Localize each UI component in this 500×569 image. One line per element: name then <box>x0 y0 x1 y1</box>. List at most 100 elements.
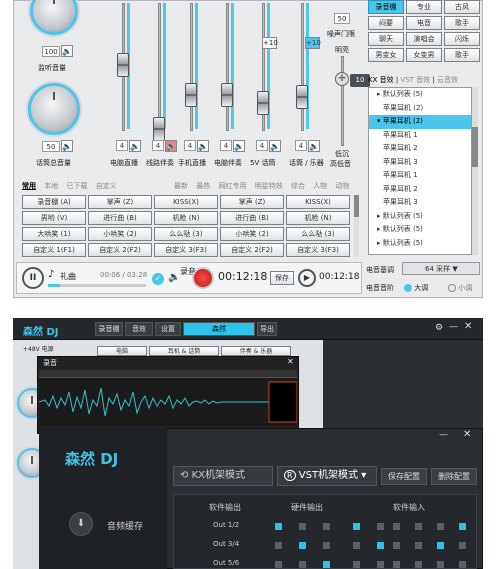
routing-cell[interactable] <box>415 523 422 530</box>
channel-mute-icon[interactable]: 🔈 <box>165 140 177 152</box>
routing-cell[interactable] <box>275 542 282 549</box>
cache-label[interactable]: 音频缓存 <box>107 519 143 532</box>
effect-preset-button[interactable]: 歌手 <box>444 48 480 62</box>
routing-cell[interactable] <box>393 561 400 568</box>
tree-item[interactable]: 苹果耳机 3 <box>369 196 471 210</box>
sound-effect-button[interactable]: 自定义 3(F3) <box>154 243 218 257</box>
routing-cell[interactable] <box>299 561 306 568</box>
toolbar-button[interactable]: 设置 <box>155 322 181 336</box>
mini-tab-accompany[interactable]: 伴奏 & 乐器 <box>221 346 291 356</box>
close-icon[interactable]: ✕ <box>464 321 472 332</box>
sound-effect-button[interactable]: 进行曲 (B) <box>88 211 152 225</box>
routing-cell[interactable] <box>437 542 444 549</box>
tree-item[interactable]: ▾ 苹果耳机 (2) <box>369 115 471 129</box>
tree-item[interactable]: 苹果耳机 3 <box>369 156 471 170</box>
channel-mute-icon[interactable]: 🔈 <box>233 140 245 152</box>
routing-cell[interactable] <box>323 561 330 568</box>
effect-preset-button[interactable]: 聊天 <box>368 32 404 46</box>
sound-effect-button[interactable]: 自定义 3(F3) <box>286 243 350 257</box>
routing-cell[interactable] <box>437 523 444 530</box>
routing-cell[interactable] <box>459 523 466 530</box>
mini-tab-pc[interactable]: 电脑 <box>97 346 147 356</box>
record-button[interactable] <box>192 267 214 289</box>
routing-cell[interactable] <box>353 561 360 568</box>
channel-fader[interactable] <box>185 83 197 107</box>
save-config-button[interactable]: 保存配置 <box>381 468 427 485</box>
pitch-select[interactable]: 64 采样 ▼ <box>402 262 480 275</box>
tab-common[interactable]: 常用 <box>22 182 36 190</box>
speaker-icon[interactable]: 🔈 <box>61 140 73 152</box>
routing-cell[interactable] <box>377 542 384 549</box>
sound-effect-button[interactable]: 么么哒 (3) <box>286 227 350 241</box>
tab-custom[interactable]: 自定义 <box>96 182 117 190</box>
effect-preset-button[interactable]: 录音棚 <box>368 0 404 14</box>
mini-tab-headset[interactable]: 耳机 & 话筒 <box>149 346 219 356</box>
sound-effect-button[interactable]: 自定义 1(F1) <box>22 243 86 257</box>
routing-cell[interactable] <box>323 523 330 530</box>
routing-cell[interactable] <box>299 523 306 530</box>
gear-icon[interactable]: ⚙ <box>435 323 443 333</box>
channel-mute-icon[interactable]: 🔈 <box>197 140 209 152</box>
sound-effect-button[interactable]: 男哟 (V) <box>22 211 86 225</box>
track-progress[interactable] <box>48 284 146 287</box>
major-radio[interactable]: 大调 <box>404 283 428 293</box>
sound-effect-button[interactable]: KISS(X) <box>286 195 350 209</box>
tab-animals[interactable]: 动物 <box>335 182 349 190</box>
toolbar-button[interactable]: 森然 <box>183 322 255 336</box>
tab-vst-effects[interactable]: VST 音效 <box>400 76 430 84</box>
routing-cell[interactable] <box>353 542 360 549</box>
tab-influencer[interactable]: 网红专用 <box>218 182 246 190</box>
routing-cell[interactable] <box>275 523 282 530</box>
tree-item[interactable]: 苹果耳机 2 <box>369 142 471 156</box>
routing-cell[interactable] <box>393 523 400 530</box>
eq-slider-handle[interactable]: ✛ <box>335 72 349 86</box>
routing-cell[interactable] <box>393 542 400 549</box>
routing-cell[interactable] <box>275 561 282 568</box>
effect-preset-button[interactable]: 男变女 <box>368 48 404 62</box>
effect-preset-button[interactable]: 电音 <box>406 16 442 30</box>
minor-radio[interactable]: 小调 <box>448 283 472 293</box>
effect-preset-button[interactable]: 古风 <box>444 0 480 14</box>
sound-effect-button[interactable]: 进行曲 (B) <box>220 211 284 225</box>
tree-item[interactable]: 苹果耳机 (2) <box>369 102 471 116</box>
delete-config-button[interactable]: 删除配置 <box>431 468 477 485</box>
tree-scrollbar[interactable] <box>472 87 478 255</box>
save-button[interactable]: 保存 <box>270 271 294 285</box>
routing-cell[interactable] <box>459 542 466 549</box>
sound-effect-button[interactable]: 小哄笑 (2) <box>220 227 284 241</box>
grid-scrollbar[interactable] <box>354 195 359 257</box>
channel-fader[interactable] <box>117 53 129 77</box>
channel-fader[interactable] <box>296 85 308 109</box>
toolbar-button[interactable]: 导出 <box>257 322 277 336</box>
pause-button[interactable]: II <box>22 267 44 289</box>
channel-fader[interactable] <box>153 117 165 141</box>
sound-effect-button[interactable]: 机枪 (N) <box>286 211 350 225</box>
minimize-icon[interactable]: — <box>449 322 458 332</box>
tree-item[interactable]: 苹果耳机 1 <box>369 129 471 143</box>
effect-preset-button[interactable]: 专业 <box>406 0 442 14</box>
tree-item[interactable]: ▸ 默认列表 (5) <box>369 88 471 102</box>
speaker-icon[interactable]: 🔈 <box>61 45 73 57</box>
play-button[interactable]: ▶ <box>298 269 316 287</box>
sound-effect-button[interactable]: 掌声 (Z) <box>88 195 152 209</box>
routing-cell[interactable] <box>299 542 306 549</box>
effect-preset-button[interactable]: 闪烁 <box>444 32 480 46</box>
channel-mute-icon[interactable]: 🔈 <box>269 140 281 152</box>
mic-volume-knob[interactable] <box>28 83 80 135</box>
sound-effect-button[interactable]: 录音棚 (A) <box>22 195 86 209</box>
tab-celebrity[interactable]: 明星特效 <box>255 182 283 190</box>
tree-item[interactable]: ▸ 默认列表 (5) <box>369 210 471 224</box>
routing-cell[interactable] <box>415 542 422 549</box>
tab-general[interactable]: 综合 <box>291 182 305 190</box>
tab-downloaded[interactable]: 已下载 <box>66 182 87 190</box>
kx-mode-button[interactable]: ⟲ KX机架模式 <box>173 466 273 486</box>
channel-fader[interactable] <box>221 83 233 107</box>
routing-cell[interactable] <box>459 561 466 568</box>
routing-cell[interactable] <box>437 561 444 568</box>
dialog-minimize[interactable]: — <box>439 430 448 440</box>
tree-item[interactable]: ▸ 默认列表 (5) <box>369 237 471 251</box>
effect-preset-button[interactable]: 女变男 <box>406 48 442 62</box>
channel-mute-icon[interactable]: 🔈 <box>129 140 141 152</box>
record-window-close[interactable]: ✕ <box>287 357 294 366</box>
toolbar-button[interactable]: 音效 <box>125 322 153 336</box>
